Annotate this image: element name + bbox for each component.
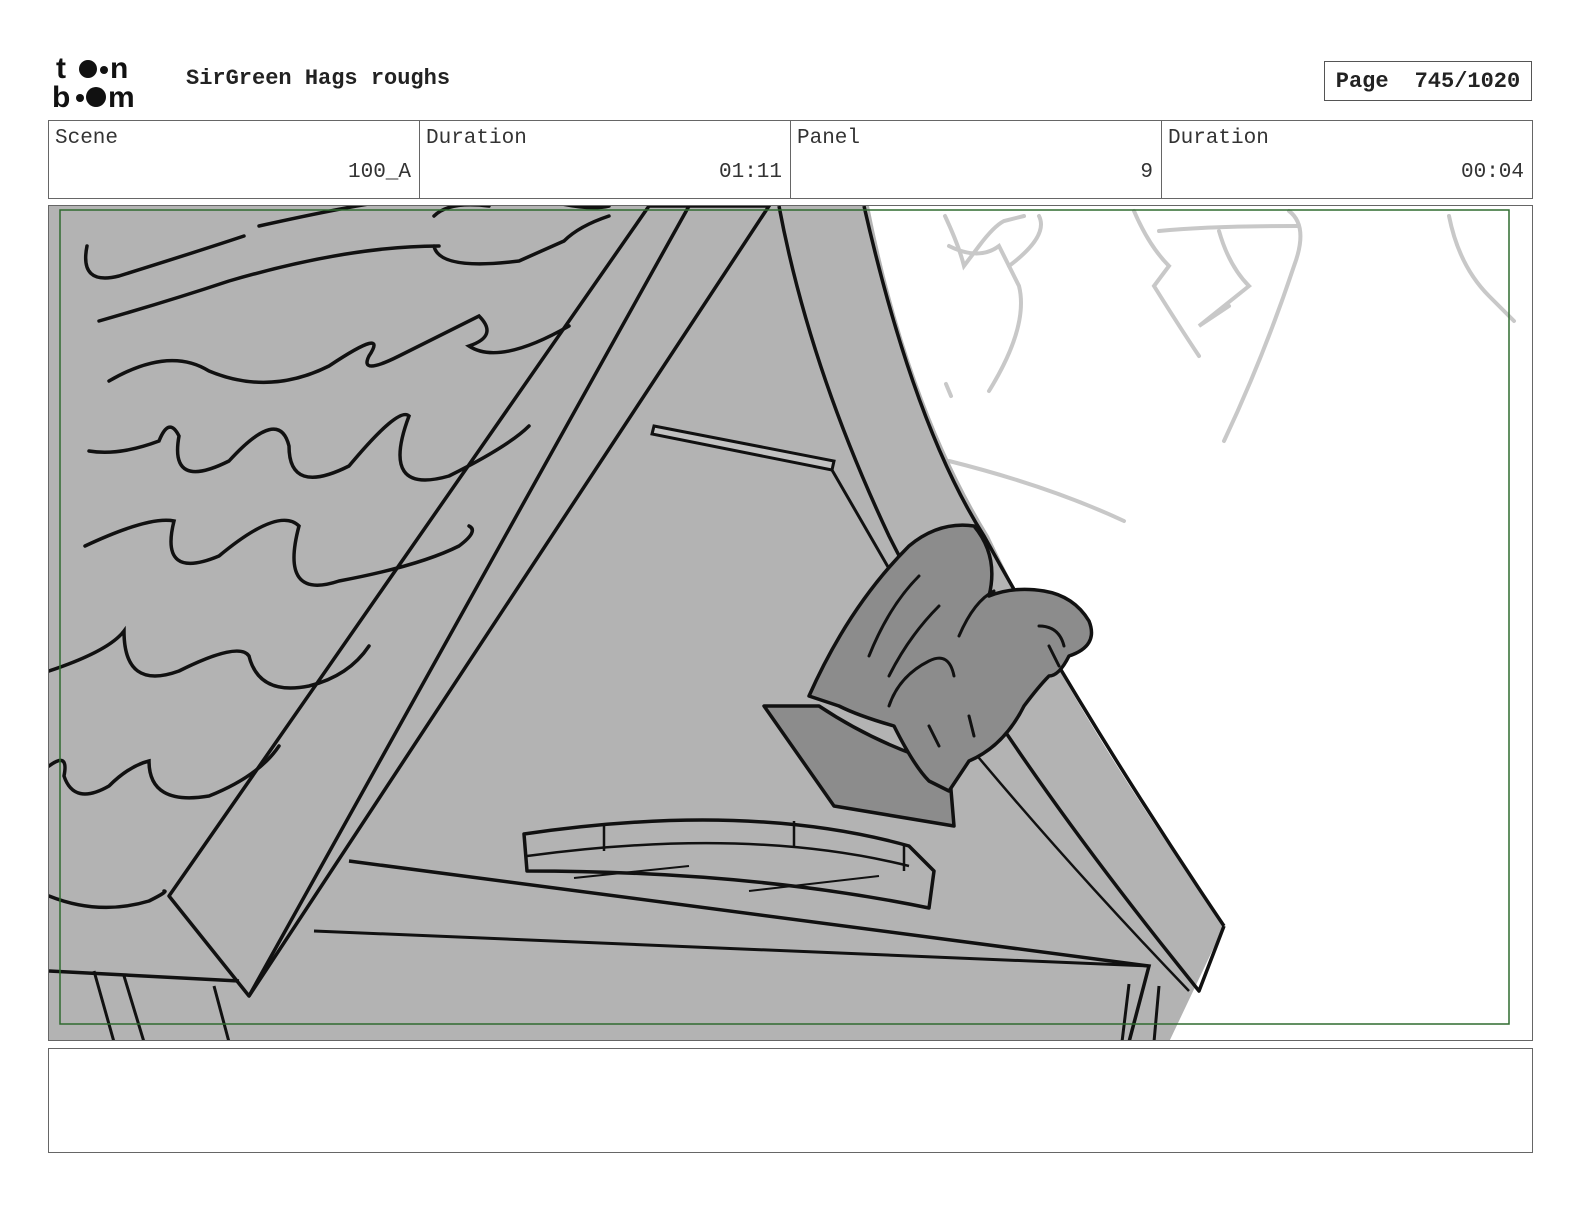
background-sketch — [943, 209, 1516, 523]
panel-notes[interactable] — [48, 1048, 1533, 1153]
page-indicator: Page 745/1020 — [1324, 61, 1532, 101]
panel-cell: Panel 9 — [791, 121, 1162, 198]
scene-duration-cell: Duration 01:11 — [420, 121, 791, 198]
scene-duration-value: 01:11 — [718, 161, 782, 184]
storyboard-panel — [48, 205, 1533, 1041]
scene-duration-label: Duration — [426, 127, 527, 150]
panel-label: Panel — [797, 127, 861, 150]
toon-boom-logo: t n b m — [52, 52, 135, 110]
scene-label: Scene — [55, 127, 119, 150]
page-number: 745/1020 — [1414, 68, 1521, 94]
scene-value: 100_A — [347, 161, 411, 184]
panel-info-row: Scene 100_A Duration 01:11 Panel 9 Durat… — [48, 120, 1533, 199]
svg-text:m: m — [108, 81, 135, 110]
panel-value: 9 — [1140, 161, 1153, 184]
panel-duration-cell: Duration 00:04 — [1162, 121, 1532, 198]
panel-drawing — [49, 206, 1516, 1040]
panel-duration-value: 00:04 — [1460, 161, 1524, 184]
panel-duration-label: Duration — [1168, 127, 1269, 150]
scene-cell: Scene 100_A — [49, 121, 420, 198]
project-title: SirGreen Hags roughs — [186, 66, 451, 91]
svg-text:b: b — [52, 81, 70, 110]
page-label: Page — [1335, 68, 1389, 94]
